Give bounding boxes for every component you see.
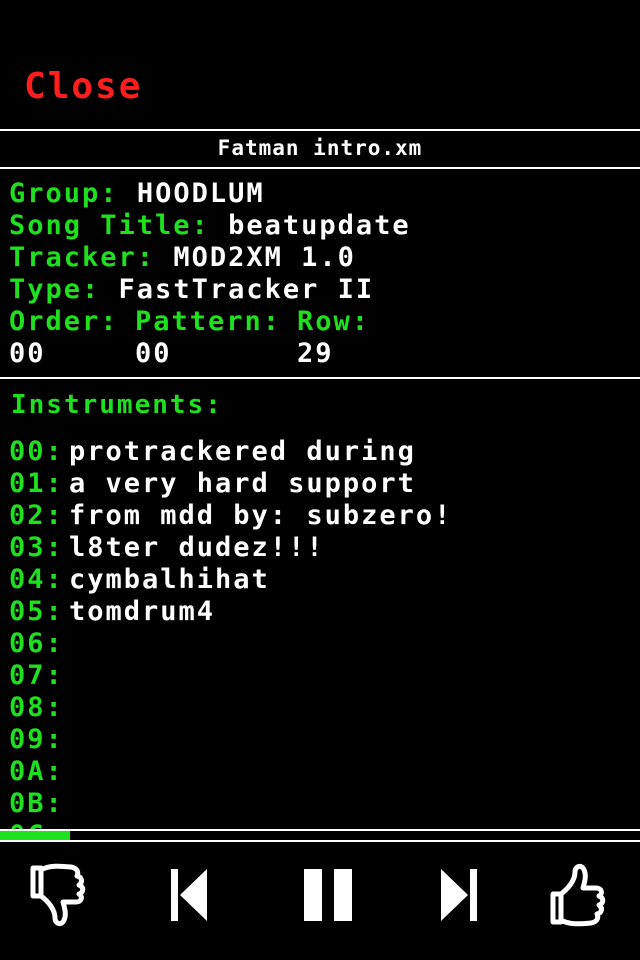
instrument-number: 00: bbox=[9, 436, 64, 467]
instrument-list[interactable]: 00: protrackered during 01: a very hard sup… bbox=[9, 436, 452, 830]
instrument-number: 0A: bbox=[9, 756, 64, 787]
instrument-number: 0B: bbox=[9, 788, 64, 819]
pattern-label: Pattern: bbox=[135, 306, 282, 337]
tracker-value: MOD2XM 1.0 bbox=[173, 242, 356, 273]
song-title-value: beatupdate bbox=[228, 210, 411, 241]
file-title: Fatman intro.xm bbox=[217, 136, 423, 160]
thumbs-up-button[interactable] bbox=[544, 860, 614, 930]
close-button[interactable]: Close bbox=[24, 66, 142, 107]
instrument-row: 09: bbox=[9, 724, 452, 756]
thumbs-up-icon bbox=[550, 863, 606, 927]
instrument-row: 08: bbox=[9, 692, 452, 724]
instrument-number: 09: bbox=[9, 724, 64, 755]
progress-bar[interactable] bbox=[0, 831, 71, 840]
instrument-row: 07: bbox=[9, 660, 452, 692]
type-label: Type: bbox=[9, 274, 101, 305]
order-value: 00 bbox=[9, 338, 46, 369]
divider bbox=[0, 840, 640, 842]
type-row: Type: FastTracker II bbox=[9, 274, 411, 306]
instrument-row: 05: tomdrum4 bbox=[9, 596, 452, 628]
skip-next-icon bbox=[441, 869, 477, 921]
pause-button[interactable] bbox=[294, 860, 364, 930]
group-row: Group: HOODLUM bbox=[9, 178, 411, 210]
instrument-row: 03: l8ter dudez!!! bbox=[9, 532, 452, 564]
thumbs-down-icon bbox=[30, 863, 86, 927]
instrument-number: 01: bbox=[9, 468, 64, 499]
instrument-name: l8ter dudez!!! bbox=[69, 532, 325, 563]
song-title-row: Song Title: beatupdate bbox=[9, 210, 411, 242]
pause-icon bbox=[304, 869, 352, 921]
instrument-name: cymbalhihat bbox=[69, 564, 270, 595]
instruments-heading: Instruments: bbox=[11, 390, 223, 420]
playback-controls bbox=[0, 850, 640, 940]
order-label: Order: bbox=[9, 306, 119, 337]
instrument-number: 03: bbox=[9, 532, 64, 563]
instrument-row: 04: cymbalhihat bbox=[9, 564, 452, 596]
instrument-number: 06: bbox=[9, 628, 64, 659]
tracker-row: Tracker: MOD2XM 1.0 bbox=[9, 242, 411, 274]
divider bbox=[0, 829, 640, 831]
divider bbox=[0, 167, 640, 169]
group-label: Group: bbox=[9, 178, 119, 209]
divider bbox=[0, 377, 640, 379]
instrument-number: 04: bbox=[9, 564, 64, 595]
thumbs-down-button[interactable] bbox=[24, 860, 94, 930]
instrument-row: 02: from mdd by: subzero! bbox=[9, 500, 452, 532]
tracker-label: Tracker: bbox=[9, 242, 156, 273]
previous-button[interactable] bbox=[154, 860, 224, 930]
instrument-name: from mdd by: subzero! bbox=[69, 500, 453, 531]
instrument-row: 00: protrackered during bbox=[9, 436, 452, 468]
type-value: FastTracker II bbox=[118, 274, 375, 305]
row-value: 29 bbox=[297, 338, 334, 369]
instrument-row: 0A: bbox=[9, 756, 452, 788]
instrument-number: 08: bbox=[9, 692, 64, 723]
instrument-number: 05: bbox=[9, 596, 64, 627]
pattern-value: 00 bbox=[135, 338, 172, 369]
instrument-name: protrackered during bbox=[69, 436, 416, 467]
instrument-number: 02: bbox=[9, 500, 64, 531]
instrument-name: a very hard support bbox=[69, 468, 416, 499]
instrument-number: 07: bbox=[9, 660, 64, 691]
instrument-row: 06: bbox=[9, 628, 452, 660]
song-title-label: Song Title: bbox=[9, 210, 210, 241]
position-values-row: 00 00 29 bbox=[9, 338, 411, 370]
next-button[interactable] bbox=[424, 860, 494, 930]
position-labels-row: Order: Pattern: Row: bbox=[9, 306, 411, 338]
instrument-row: 0B: bbox=[9, 788, 452, 820]
song-info: Group: HOODLUM Song Title: beatupdate Tr… bbox=[9, 178, 411, 370]
divider bbox=[0, 129, 640, 131]
skip-previous-icon bbox=[171, 869, 207, 921]
row-label: Row: bbox=[297, 306, 371, 337]
instrument-row: 01: a very hard support bbox=[9, 468, 452, 500]
instrument-name: tomdrum4 bbox=[69, 596, 216, 627]
group-value: HOODLUM bbox=[136, 178, 265, 209]
